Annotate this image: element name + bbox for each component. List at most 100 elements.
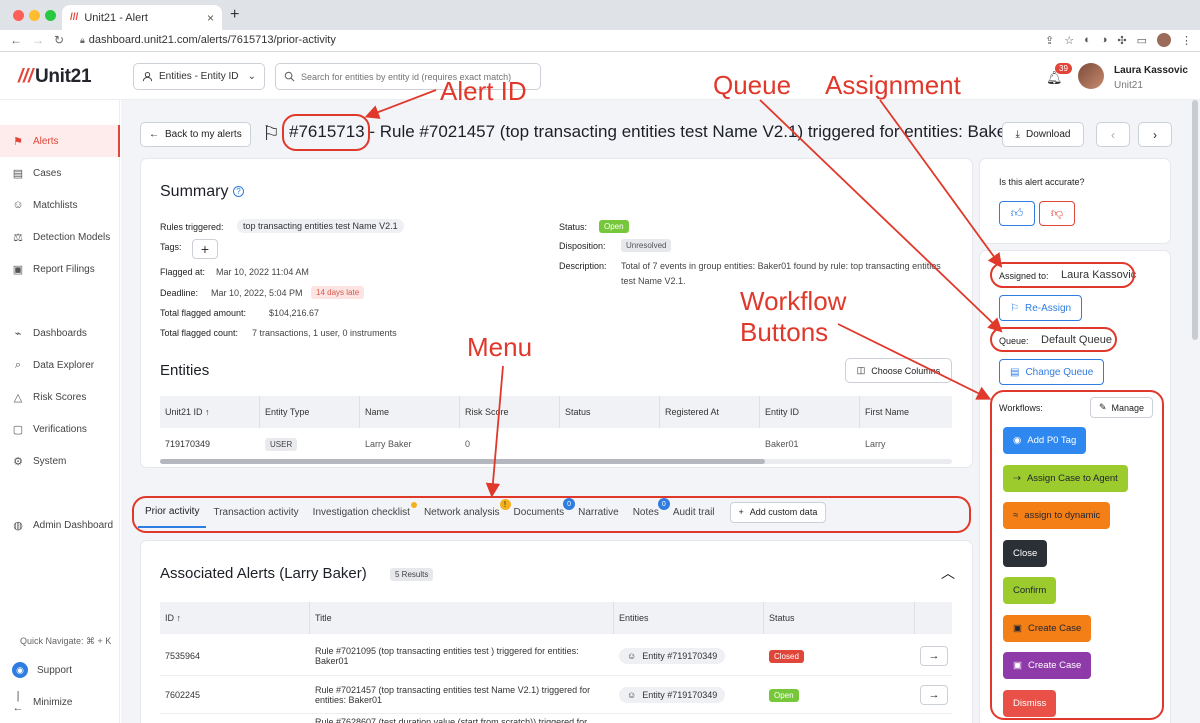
alert-title-line: entities: Baker01 (315, 695, 383, 705)
change-queue-button[interactable]: ▤ Change Queue (999, 359, 1105, 385)
reassign-button[interactable]: ⚐ Re-Assign (999, 295, 1083, 321)
next-alert-button[interactable]: › (1138, 122, 1172, 147)
table-row[interactable]: 7602245 Rule #7021457 (top transacting e… (160, 675, 952, 713)
choose-columns-button[interactable]: ◫ Choose Columns (845, 358, 952, 383)
deadline-label: Deadline: (160, 288, 199, 298)
extension-icon[interactable]: ◐ (1084, 34, 1091, 46)
sidebar-item-cases[interactable]: ▤ Cases (0, 157, 120, 189)
open-alert-button[interactable]: → (920, 646, 948, 666)
column-header[interactable]: Risk Score (460, 396, 560, 428)
sidebar-item-verifications[interactable]: ▢ Verifications (0, 413, 120, 445)
page-title: #7615713 - Rule #7021457 (top transactin… (289, 122, 1031, 142)
reload-icon[interactable]: ↻ (54, 33, 64, 47)
sidebar-item-risk-scores[interactable]: △ Risk Scores (0, 381, 120, 413)
entity-pill[interactable]: ☺ Entity #719170349 (619, 687, 726, 703)
close-window-button[interactable] (13, 10, 24, 21)
thumbs-down-icon: 👎︎ (1050, 206, 1064, 220)
open-alert-button[interactable]: → (920, 685, 948, 705)
minimize-sidebar-button[interactable]: |← Minimize (0, 686, 120, 718)
status-label: Status: (559, 222, 588, 232)
thumbs-down-button[interactable]: 👎︎ (1039, 201, 1075, 226)
globe-icon: ◍ (13, 519, 23, 532)
column-header[interactable]: Name (360, 396, 460, 428)
thumbs-up-button[interactable]: 👍︎ (999, 201, 1035, 226)
new-tab-icon[interactable]: + (230, 6, 239, 24)
column-header[interactable]: Status (560, 396, 660, 428)
maximize-window-button[interactable] (45, 10, 56, 21)
extension-icon-2[interactable]: ◑ (1101, 34, 1108, 46)
forward-arrow-icon[interactable]: → (32, 33, 44, 47)
summary-card: Summary ? Rules triggered: top transacti… (140, 158, 973, 468)
table-cell: Larry (865, 439, 886, 449)
share-icon[interactable]: ⇪ (1045, 34, 1054, 47)
column-header[interactable]: Status (764, 602, 915, 634)
late-badge: 14 days late (311, 286, 365, 299)
bookmark-star-icon[interactable]: ☆ (1064, 34, 1074, 47)
quick-navigate-hint: Quick Navigate: ⌘ + K (20, 636, 112, 646)
table-cell: 719170349 (165, 439, 211, 449)
sidebar-item-system[interactable]: ⚙ System (0, 445, 120, 477)
column-header[interactable]: Registered At (660, 396, 760, 428)
back-to-alerts-button[interactable]: ← Back to my alerts (140, 122, 251, 147)
scrollbar-thumb[interactable] (160, 459, 765, 464)
menu-annotation: Menu (467, 332, 533, 362)
flagged-amount-value: $104,216.67 (269, 308, 320, 318)
column-header[interactable]: ID ↑ (160, 602, 310, 634)
puzzle-icon[interactable]: ✣ (1117, 34, 1126, 47)
summary-title: Summary (160, 183, 229, 200)
chevron-up-icon[interactable]: ︿ (941, 563, 955, 583)
page-scrollbar[interactable] (1192, 100, 1198, 340)
reassign-label: Re-Assign (1024, 302, 1072, 314)
support-label: Support (37, 664, 73, 676)
entities-title: Entities (160, 362, 210, 379)
user-name[interactable]: Laura Kassovic (1114, 65, 1188, 76)
sidebar: ⚑ Alerts ▤ Cases ☺ Matchlists ⚖ Detection Mo… (0, 100, 120, 723)
support-button[interactable]: ◉ Support (0, 654, 120, 686)
back-arrow-icon[interactable]: ← (10, 33, 22, 47)
sidebar-item-dashboards[interactable]: ⌁ Dashboards (0, 317, 120, 349)
close-tab-icon[interactable]: × (207, 11, 214, 25)
table-row[interactable]: 7535964 Rule #7021095 (top transacting e… (160, 637, 952, 675)
add-tag-button[interactable]: + (192, 239, 218, 259)
alert-id-annotation: Alert ID (440, 76, 527, 106)
user-avatar[interactable] (1078, 63, 1104, 89)
more-menu-icon[interactable]: ⋮ (1181, 34, 1192, 47)
table-cell: USER (260, 428, 360, 460)
search-type-select[interactable]: Entities - Entity ID ⌄ (133, 63, 265, 90)
table-cell: Rule #7021095 (top transacting entities … (310, 637, 614, 675)
profile-avatar[interactable] (1157, 33, 1171, 47)
url-field[interactable]: 🔒︎ dashboard.unit21.com/alerts/7615713/pr… (80, 34, 336, 46)
table-row[interactable]: Rule #7628607 (test duration value (star… (160, 713, 952, 723)
sidebar-item-detection-models[interactable]: ⚖ Detection Models (0, 221, 120, 253)
download-button[interactable]: ⤓ Download (1002, 122, 1084, 147)
rule-chip[interactable]: top transacting entities test Name V2.1 (237, 219, 404, 233)
sidebar-item-admin-dashboard[interactable]: ◍ Admin Dashboard (0, 509, 120, 541)
column-header[interactable]: Entity Type (260, 396, 360, 428)
table-cell: Rule #7021457 (top transacting entities … (310, 676, 614, 714)
sidebar-item-alerts[interactable]: ⚑ Alerts (0, 125, 120, 157)
column-header[interactable]: Entity ID (760, 396, 860, 428)
sidebar-item-data-explorer[interactable]: ⌕ Data Explorer (0, 349, 120, 381)
table-row[interactable]: 719170349 USER Larry Baker 0 Baker01 Lar… (160, 428, 952, 460)
table-scrollbar[interactable] (160, 459, 952, 464)
column-header[interactable]: First Name (860, 396, 952, 428)
sidepanel-icon[interactable]: ▭ (1137, 34, 1147, 47)
sidebar-item-matchlists[interactable]: ☺ Matchlists (0, 189, 120, 221)
column-header[interactable]: Entities (614, 602, 764, 634)
browser-tab[interactable]: /// Unit21 - Alert × (62, 5, 222, 30)
sidebar-item-label: Risk Scores (33, 391, 87, 403)
sidebar-item-label: Data Explorer (33, 359, 95, 371)
column-header[interactable]: Title (310, 602, 614, 634)
help-icon[interactable]: ? (233, 186, 244, 197)
queue-annotation: Queue (713, 70, 792, 100)
sidebar-item-report-filings[interactable]: ▣ Report Filings (0, 253, 120, 285)
entity-pill[interactable]: ☺ Entity #719170349 (619, 648, 726, 664)
sidebar-item-label: System (33, 455, 67, 467)
browser-toolbar: ⇪ ☆ ◐ ◑ ✣ ▭ ⋮ (1045, 33, 1192, 47)
flagged-at-value: Mar 10, 2022 11:04 AM (216, 267, 309, 277)
table-cell: 7602245 (165, 690, 201, 700)
previous-alert-button[interactable]: ‹ (1096, 122, 1130, 147)
minimize-window-button[interactable] (29, 10, 40, 21)
column-header[interactable]: Unit21 ID ↑ (160, 396, 260, 428)
unit21-logo[interactable]: ///Unit21 (18, 66, 92, 88)
